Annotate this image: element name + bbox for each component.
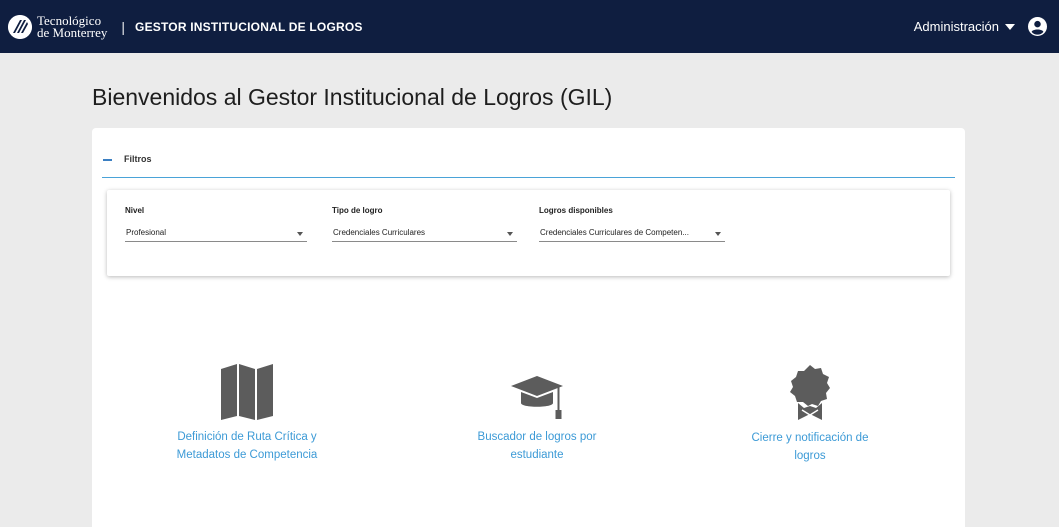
caret-down-icon [1005,23,1015,30]
type-select-value: Credenciales Curriculares [333,228,426,237]
filters-title: Filtros [124,154,152,164]
level-filter: Nivel [125,206,144,215]
top-bar: Tecnológico de Monterrey | GESTOR INSTIT… [0,0,1059,53]
logo-text: Tecnológico de Monterrey [37,14,108,40]
tile-label-line: Buscador de logros por [477,431,597,443]
page-title: Bienvenidos al Gestor Institucional de L… [92,84,613,110]
logo-line-2: de Monterrey [37,24,108,40]
tile-label-line: estudiante [510,449,564,461]
tile-label-line: Definición de Ruta Crítica y [177,431,317,443]
tile-student-search[interactable]: Buscador de logros por estudiante [437,372,637,464]
level-label: Nivel [125,206,145,215]
tile-closure-notification-label: Cierre y notificación de logros [710,429,910,465]
tile-critical-route[interactable]: Definición de Ruta Crítica y Metadatos d… [147,364,347,464]
level-select-value: Profesional [126,228,167,237]
header-separator: | [121,18,126,35]
filters-panel: Nivel Profesional Tipo de logro Credenci… [107,190,950,276]
available-select-value: Credenciales Curriculares de Competen... [540,228,689,237]
type-filter: Tipo de logro [332,206,383,215]
available-label: Logros disponibles [539,206,613,215]
tile-label-line: logros [794,450,826,462]
tile-critical-route-label: Definición de Ruta Crítica y Metadatos d… [147,428,347,464]
tile-label-line: Metadatos de Competencia [176,449,318,461]
level-select[interactable]: Profesional [125,228,307,242]
tile-closure-notification[interactable]: Cierre y notificación de logros [710,365,910,465]
main-card: Filtros Nivel Profesional Tipo de logro … [92,128,965,527]
type-select[interactable]: Credenciales Curriculares [332,228,517,242]
admin-menu-button[interactable]: Administración [914,0,1015,53]
tile-student-search-label: Buscador de logros por estudiante [437,428,637,464]
type-label: Tipo de logro [332,206,383,215]
user-account-icon[interactable] [1028,17,1047,36]
map-icon [221,364,273,420]
filters-toggle[interactable]: Filtros [102,150,955,178]
tec-logo[interactable]: Tecnológico de Monterrey [8,14,108,40]
app-title: GESTOR INSTITUCIONAL DE LOGROS [135,19,363,34]
tec-logo-icon [8,14,32,39]
available-filter: Logros disponibles [539,206,613,215]
collapse-minus-icon [103,159,112,161]
dropdown-arrow-icon [297,232,303,236]
award-badge-icon [790,365,830,420]
dropdown-arrow-icon [507,232,513,236]
dropdown-arrow-icon [715,232,721,236]
admin-menu-label: Administración [913,19,999,34]
graduation-cap-icon [511,376,563,419]
available-select[interactable]: Credenciales Curriculares de Competen... [539,228,725,242]
tile-label-line: Cierre y notificación de [751,432,869,444]
